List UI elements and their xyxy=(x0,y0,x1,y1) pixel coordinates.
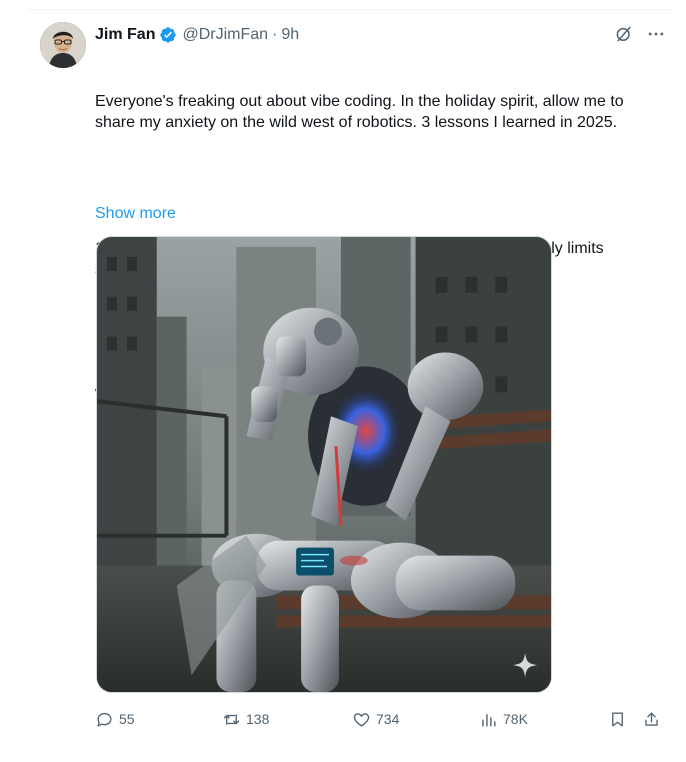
show-more-link[interactable]: Show more xyxy=(95,203,176,224)
header-actions xyxy=(614,24,666,44)
heart-icon xyxy=(353,712,370,727)
reply-count: 55 xyxy=(119,711,135,727)
author-name[interactable]: Jim Fan xyxy=(95,25,155,45)
reply-icon xyxy=(97,712,112,727)
repost-button[interactable]: 138 xyxy=(222,708,269,730)
more-options-icon[interactable] xyxy=(646,24,666,44)
like-button[interactable]: 734 xyxy=(352,708,399,730)
share-icon xyxy=(645,711,658,726)
tweet-paragraph-1: Everyone's freaking out about vibe codin… xyxy=(95,93,629,131)
share-button[interactable] xyxy=(642,708,661,730)
separator-dot: · xyxy=(272,26,278,43)
robot-illustration xyxy=(97,237,551,692)
avatar[interactable] xyxy=(40,22,86,68)
bookmark-button[interactable] xyxy=(608,708,627,730)
tweet-image[interactable] xyxy=(96,236,552,693)
views-count: 78K xyxy=(503,711,528,727)
views-button[interactable]: 78K xyxy=(479,708,528,730)
verified-badge-icon xyxy=(159,26,177,44)
author-handle[interactable]: @DrJimFan xyxy=(182,25,268,45)
timestamp[interactable]: 9h xyxy=(281,25,299,45)
like-count: 734 xyxy=(376,711,400,727)
bookmark-icon xyxy=(612,711,623,727)
tweet-actions: 55 138 734 78K xyxy=(95,708,666,730)
tweet-header: Jim Fan @DrJimFan · 9h xyxy=(95,24,666,46)
grok-icon[interactable] xyxy=(614,24,634,44)
tweet[interactable]: Jim Fan @DrJimFan · 9h Everyone's freaki… xyxy=(40,22,666,752)
repost-icon xyxy=(223,713,240,725)
reply-button[interactable]: 55 xyxy=(95,708,135,730)
analytics-icon xyxy=(482,713,496,727)
top-divider xyxy=(28,9,672,10)
avatar-image xyxy=(40,22,86,68)
repost-count: 138 xyxy=(246,711,270,727)
